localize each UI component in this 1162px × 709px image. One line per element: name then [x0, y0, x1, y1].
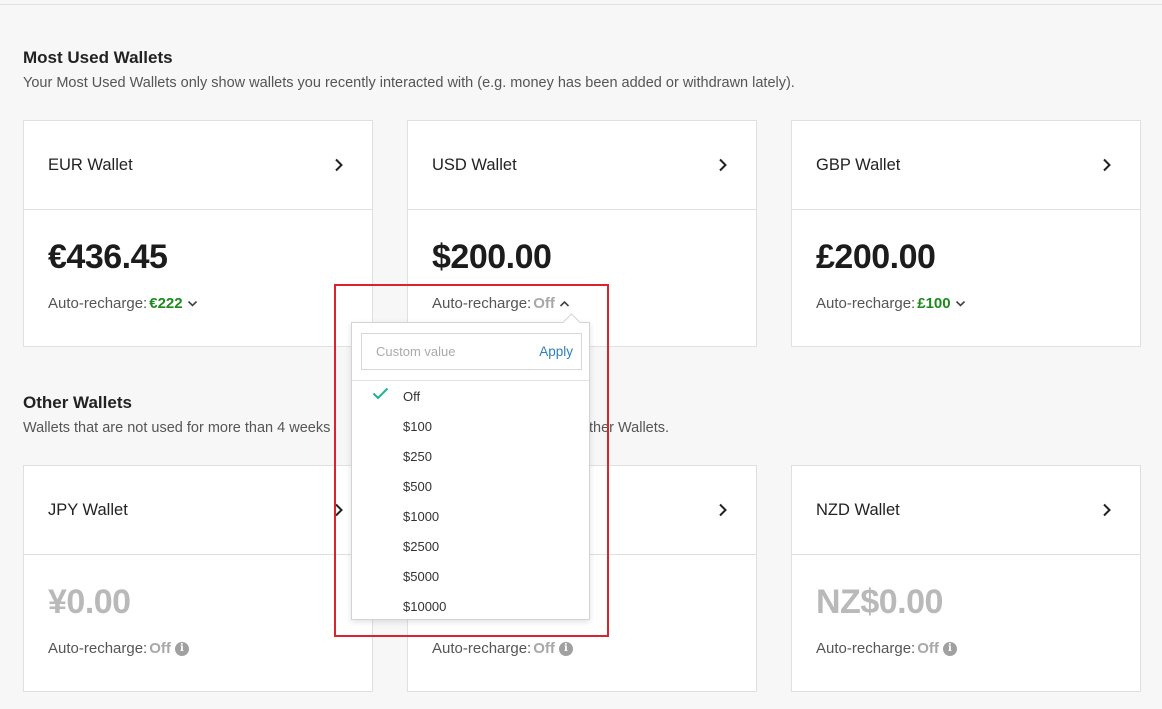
option-label: $100 — [403, 418, 432, 434]
check-icon — [372, 387, 389, 403]
wallet-card-eur: EUR Wallet €436.45 Auto-recharge: €222 — [23, 120, 373, 347]
top-divider — [0, 4, 1162, 5]
auto-recharge-dropdown: Apply Off $100 $250 $500 $1000 $2500 $50… — [351, 322, 590, 620]
auto-recharge: Auto-recharge: Off — [432, 295, 570, 312]
wallet-name: EUR Wallet — [48, 155, 133, 174]
chevron-right-icon[interactable] — [716, 158, 730, 172]
apply-button[interactable]: Apply — [539, 344, 573, 359]
other-wallets-subtitle-tail: ther Wallets. — [589, 420, 670, 436]
auto-recharge-value[interactable]: Off — [533, 295, 555, 312]
info-icon[interactable]: i — [942, 641, 957, 656]
option-100[interactable]: $100 — [352, 411, 589, 441]
wallet-name: NZD Wallet — [816, 500, 900, 519]
wallet-card-gbp: GBP Wallet £200.00 Auto-recharge: £100 — [791, 120, 1141, 347]
auto-recharge: Auto-recharge: €222 — [48, 295, 198, 312]
auto-recharge-label: Auto-recharge: — [432, 640, 532, 657]
auto-recharge: Auto-recharge: Off i — [816, 640, 957, 657]
wallet-balance: $200.00 — [432, 238, 552, 276]
chevron-down-icon[interactable] — [187, 300, 198, 308]
option-label: Off — [403, 388, 421, 404]
wallet-name: GBP Wallet — [816, 155, 901, 174]
wallet-card-nzd: NZD Wallet NZ$0.00 Auto-recharge: Off i — [791, 465, 1141, 692]
most-used-title: Most Used Wallets — [23, 48, 173, 67]
option-500[interactable]: $500 — [352, 471, 589, 501]
other-wallets-title: Other Wallets — [23, 393, 132, 412]
custom-value-row: Apply — [361, 333, 582, 370]
auto-recharge-label: Auto-recharge: — [816, 640, 916, 657]
wallet-card-header[interactable]: USD Wallet — [408, 121, 756, 210]
auto-recharge: Auto-recharge: £100 — [816, 295, 966, 312]
option-off[interactable]: Off — [352, 381, 589, 411]
wallet-card-header[interactable]: NZD Wallet — [792, 466, 1140, 555]
option-5000[interactable]: $5000 — [352, 561, 589, 591]
auto-recharge-value[interactable]: €222 — [149, 295, 182, 312]
auto-recharge: Auto-recharge: Off i — [48, 640, 189, 657]
wallet-card-jpy: JPY Wallet ¥0.00 Auto-recharge: Off i — [23, 465, 373, 692]
option-label: $5000 — [403, 568, 440, 584]
info-icon[interactable]: i — [174, 641, 189, 656]
wallet-balance: €436.45 — [48, 238, 168, 276]
auto-recharge-label: Auto-recharge: — [432, 295, 532, 312]
option-label: $1000 — [403, 508, 440, 524]
other-wallets-subtitle: Wallets that are not used for more than … — [23, 420, 331, 436]
chevron-right-icon[interactable] — [332, 503, 346, 517]
option-label: $250 — [403, 448, 432, 464]
most-used-subtitle: Your Most Used Wallets only show wallets… — [23, 75, 795, 91]
option-1000[interactable]: $1000 — [352, 501, 589, 531]
auto-recharge-label: Auto-recharge: — [48, 640, 148, 657]
option-label: $10000 — [403, 598, 447, 614]
auto-recharge-value[interactable]: £100 — [917, 295, 950, 312]
wallet-name: JPY Wallet — [48, 500, 128, 519]
wallet-card-header[interactable]: GBP Wallet — [792, 121, 1140, 210]
auto-recharge-label: Auto-recharge: — [48, 295, 148, 312]
wallet-balance: NZ$0.00 — [816, 583, 943, 621]
recharge-options-list: Off $100 $250 $500 $1000 $2500 $5000 $10… — [352, 381, 589, 621]
option-250[interactable]: $250 — [352, 441, 589, 471]
auto-recharge-label: Auto-recharge: — [816, 295, 916, 312]
auto-recharge-value: Off — [149, 640, 171, 657]
option-label: $500 — [403, 478, 432, 494]
chevron-down-icon[interactable] — [955, 300, 966, 308]
option-2500[interactable]: $2500 — [352, 531, 589, 561]
chevron-up-icon[interactable] — [559, 300, 570, 308]
wallet-card-header[interactable]: EUR Wallet — [24, 121, 372, 210]
auto-recharge-value: Off — [533, 640, 555, 657]
wallet-balance: ¥0.00 — [48, 583, 131, 621]
wallet-card-usd: USD Wallet $200.00 Auto-recharge: Off — [407, 120, 757, 347]
wallet-name: USD Wallet — [432, 155, 517, 174]
auto-recharge: Auto-recharge: Off i — [432, 640, 573, 657]
option-label: $2500 — [403, 538, 440, 554]
wallet-balance: £200.00 — [816, 238, 936, 276]
info-icon[interactable]: i — [558, 641, 573, 656]
chevron-right-icon[interactable] — [1100, 158, 1114, 172]
custom-value-input[interactable] — [374, 343, 518, 360]
option-10000[interactable]: $10000 — [352, 591, 589, 621]
auto-recharge-value: Off — [917, 640, 939, 657]
chevron-right-icon[interactable] — [716, 503, 730, 517]
chevron-right-icon[interactable] — [1100, 503, 1114, 517]
chevron-right-icon[interactable] — [332, 158, 346, 172]
wallet-card-header[interactable]: JPY Wallet — [24, 466, 372, 555]
